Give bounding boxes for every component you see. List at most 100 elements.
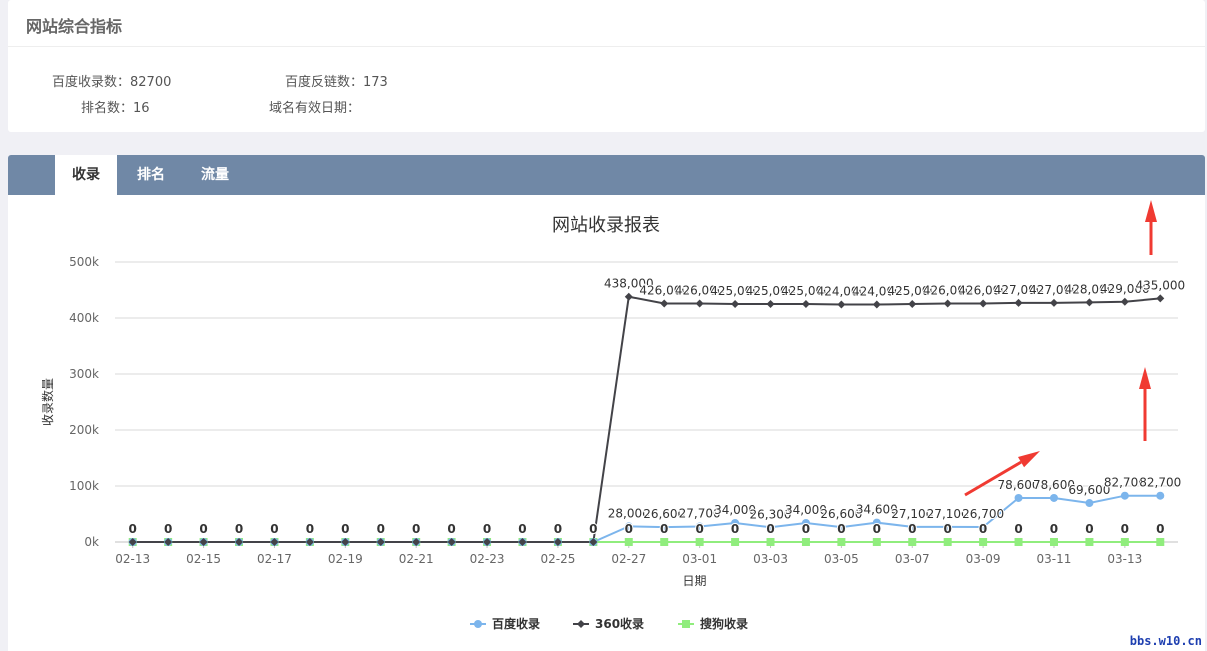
- data-point: [801, 300, 810, 308]
- data-label: 0: [944, 522, 952, 536]
- data-point: [837, 300, 846, 309]
- data-label: 0: [270, 522, 278, 536]
- red-arrow-diagonal-head: [1017, 451, 1040, 468]
- x-axis-label: 日期: [682, 574, 706, 588]
- data-label: 0: [1085, 522, 1093, 536]
- data-label: 0: [766, 522, 774, 536]
- data-point: [979, 299, 988, 308]
- y-tick-label: 400k: [69, 311, 99, 325]
- data-label: 26,700: [962, 507, 1004, 521]
- data-label: 0: [1050, 522, 1058, 536]
- legend-label: 百度收录: [492, 616, 540, 631]
- data-label: 0: [164, 522, 172, 536]
- baidu-backlinks-stat: 百度反链数：173: [285, 75, 388, 90]
- data-label: 0: [660, 522, 668, 536]
- data-point: [1049, 298, 1058, 307]
- summary-card: 网站综合指标 百度收录数：82700 百度反链数：173 排名数：16 域名有效…: [8, 0, 1205, 132]
- x-tick-label: 02-21: [399, 552, 434, 566]
- data-label: 0: [518, 522, 526, 536]
- data-point: [766, 538, 775, 546]
- y-tick-label: 200k: [69, 423, 99, 437]
- data-point: [872, 538, 881, 546]
- red-arrow-middle-head: [1139, 367, 1151, 389]
- data-point: [1156, 538, 1165, 546]
- data-label: 82,700: [1139, 476, 1181, 490]
- data-point: [695, 538, 704, 546]
- data-point: [908, 538, 917, 546]
- data-point: [979, 538, 988, 546]
- data-point: [624, 292, 633, 301]
- data-label: 0: [235, 522, 243, 536]
- data-point: [1156, 294, 1165, 303]
- data-point: [1156, 491, 1165, 500]
- data-label: 0: [483, 522, 491, 536]
- x-tick-label: 02-13: [115, 552, 150, 566]
- legend-marker: [577, 620, 585, 628]
- y-tick-label: 300k: [69, 367, 99, 381]
- data-label: 0: [377, 522, 385, 536]
- legend-label: 360收录: [595, 616, 644, 631]
- y-tick-label: 500k: [69, 255, 99, 269]
- data-label: 0: [199, 522, 207, 536]
- data-label: 0: [731, 522, 739, 536]
- data-label: 0: [554, 522, 562, 536]
- data-label: 0: [306, 522, 314, 536]
- data-point: [1049, 538, 1058, 546]
- tab-traffic[interactable]: 流量: [184, 155, 246, 195]
- x-tick-label: 02-25: [540, 552, 575, 566]
- legend-marker: [682, 620, 690, 628]
- data-point: [1014, 493, 1023, 502]
- data-label: 435,000: [1135, 278, 1185, 292]
- x-tick-label: 02-15: [186, 552, 221, 566]
- tab-ranking[interactable]: 排名: [120, 155, 182, 195]
- red-arrow-top-head: [1145, 200, 1157, 222]
- data-point: [1085, 499, 1094, 508]
- x-tick-label: 03-13: [1107, 552, 1142, 566]
- series-line-1: [132, 295, 1161, 543]
- data-point: [908, 300, 917, 308]
- legend-label: 搜狗收录: [700, 616, 748, 631]
- data-label: 0: [873, 522, 881, 536]
- legend-marker: [474, 620, 482, 628]
- data-label: 0: [1156, 522, 1164, 536]
- data-point: [1120, 538, 1129, 546]
- data-point: [1120, 491, 1129, 500]
- data-label: 0: [837, 522, 845, 536]
- domain-expiry-stat: 域名有效日期：: [269, 101, 361, 116]
- tab-bar: 收录 排名 流量: [8, 155, 1205, 195]
- data-label: 0: [908, 522, 916, 536]
- data-label: 0: [625, 522, 633, 536]
- data-point: [943, 538, 952, 546]
- data-point: [872, 300, 881, 309]
- data-label: 0: [802, 522, 810, 536]
- data-label: 0: [1121, 522, 1129, 536]
- data-point: [624, 538, 633, 546]
- chart-panel: 收录 排名 流量 网站收录报表 0k 100k 200k 300k 400k 500k 收录数…: [8, 155, 1205, 651]
- data-label: 0: [129, 522, 137, 536]
- data-point: [1120, 297, 1129, 306]
- data-label: 0: [1014, 522, 1022, 536]
- data-point: [660, 299, 669, 308]
- data-label: 0: [447, 522, 455, 536]
- data-point: [1014, 298, 1023, 307]
- x-tick-label: 03-09: [966, 552, 1001, 566]
- data-label: 0: [589, 522, 597, 536]
- x-tick-label: 03-03: [753, 552, 788, 566]
- y-tick-label: 100k: [69, 479, 99, 493]
- tab-index[interactable]: 收录: [55, 155, 117, 195]
- index-line-chart: 网站收录报表 0k 100k 200k 300k 400k 500k 收录数量 02-13 02-…: [40, 200, 1186, 631]
- data-point: [660, 538, 669, 546]
- data-point: [731, 300, 740, 308]
- data-point: [1085, 538, 1094, 546]
- rank-count-stat: 排名数：16: [81, 101, 150, 116]
- x-tick-label: 02-23: [470, 552, 505, 566]
- y-tick-label: 0k: [84, 535, 99, 549]
- data-point: [1049, 493, 1058, 502]
- x-tick-label: 02-19: [328, 552, 363, 566]
- x-tick-label: 02-27: [611, 552, 646, 566]
- data-label: 0: [341, 522, 349, 536]
- x-tick-label: 03-01: [682, 552, 717, 566]
- chart-title: 网站收录报表: [552, 215, 660, 236]
- data-point: [731, 538, 740, 546]
- data-point: [766, 300, 775, 308]
